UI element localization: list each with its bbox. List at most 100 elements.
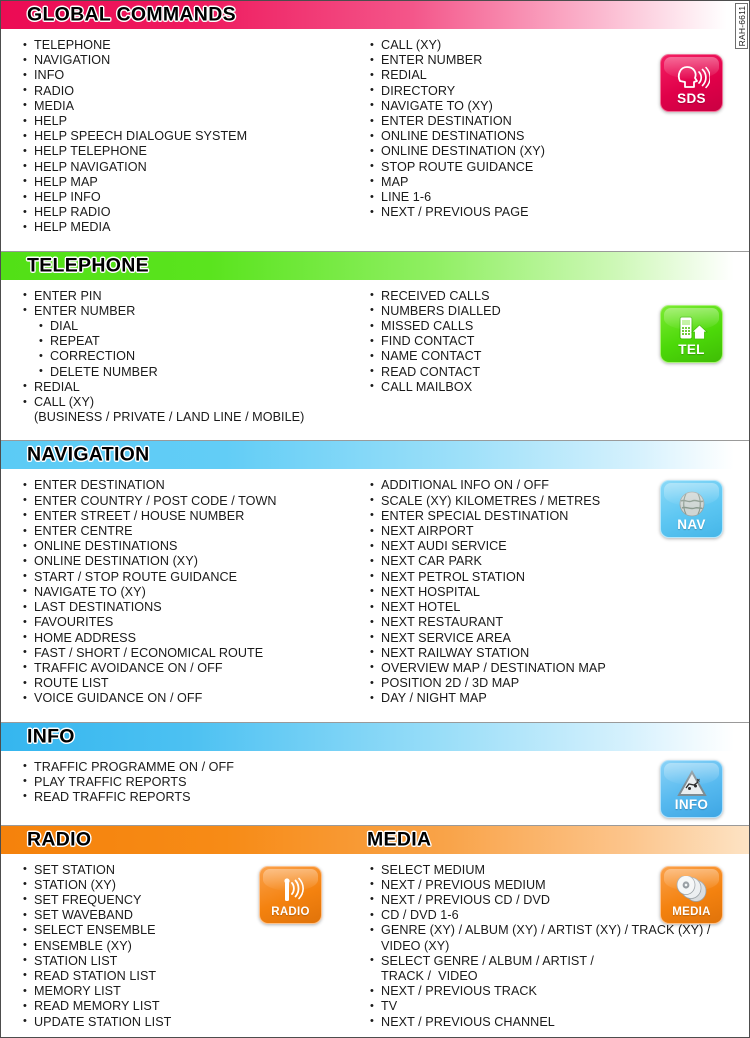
section-body-navigation: NAV ENTER DESTINATION ENTER COUNTRY / PO… bbox=[1, 469, 749, 721]
list-item: TV bbox=[370, 999, 749, 1014]
list-item: NEXT / PREVIOUS PAGE bbox=[370, 205, 749, 220]
list-item: INFO bbox=[23, 68, 365, 83]
list-item: READ CONTACT bbox=[370, 364, 749, 380]
list-item: NEXT RAILWAY STATION bbox=[370, 645, 749, 661]
list-item: ENSEMBLE (XY) bbox=[23, 938, 365, 954]
list-item: HELP RADIO bbox=[23, 205, 365, 220]
list-item: CORRECTION bbox=[23, 349, 365, 364]
list-item: VOICE GUIDANCE ON / OFF bbox=[23, 691, 365, 706]
document-code-label: RAH-6611 bbox=[735, 3, 748, 49]
list-item: HELP MEDIA bbox=[23, 220, 365, 235]
list-item: ONLINE DESTINATION (XY) bbox=[23, 554, 365, 569]
list-item: NEXT HOSPITAL bbox=[370, 584, 749, 600]
list-item: NAVIGATE TO (XY) bbox=[23, 584, 365, 600]
section-title: NAVIGATION bbox=[27, 443, 150, 466]
list-item: OVERVIEW MAP / DESTINATION MAP bbox=[370, 660, 749, 676]
list-item: ENTER DESTINATION bbox=[370, 114, 749, 129]
section-header-global-commands: GLOBAL COMMANDS bbox=[1, 1, 749, 29]
info-left-column: TRAFFIC PROGRAMME ON / OFF PLAY TRAFFIC … bbox=[1, 759, 365, 806]
section-navigation: NAVIGATION NAV • ENTER DESTINATION • ENT… bbox=[1, 441, 749, 723]
list-item: ENTER STREET / HOUSE NUMBER bbox=[23, 508, 365, 524]
badge-label: RADIO bbox=[271, 905, 310, 918]
section-header-radio-media: RADIO MEDIA bbox=[1, 825, 749, 854]
list-item: MEMORY LIST bbox=[23, 984, 365, 999]
list-item: DAY / NIGHT MAP bbox=[370, 691, 749, 706]
section-global-commands: GLOBAL COMMANDS SDS TELEPHONE bbox=[1, 1, 749, 252]
list-item: READ STATION LIST bbox=[23, 968, 365, 984]
list-item: CALL MAILBOX bbox=[370, 379, 749, 395]
list-item: ONLINE DESTINATIONS bbox=[23, 539, 365, 554]
compact-discs-icon bbox=[672, 874, 712, 906]
globe-icon bbox=[672, 488, 712, 520]
list-item: LINE 1-6 bbox=[370, 190, 749, 205]
section-radio-media: RADIO MEDIA RADIO MEDIA • SET STATION • … bbox=[1, 825, 749, 1037]
list-item: ENTER COUNTRY / POST CODE / TOWN bbox=[23, 493, 365, 509]
list-item: NAVIGATION bbox=[23, 53, 365, 68]
global-commands-left-column: TELEPHONE NAVIGATION INFO RADIO MEDIA HE… bbox=[1, 37, 365, 236]
list-item: ENTER DESTINATION bbox=[23, 478, 365, 493]
list-item: REDIAL bbox=[23, 379, 365, 395]
list-item: STOP ROUTE GUIDANCE bbox=[370, 159, 749, 175]
list-item: MAP bbox=[370, 174, 749, 190]
list-item: HOME ADDRESS bbox=[23, 630, 365, 646]
badge-media: MEDIA bbox=[660, 865, 723, 924]
list-item: DELETE NUMBER bbox=[23, 364, 365, 380]
section-body-global-commands: SDS TELEPHONE NAVIGATION INFO RADIO MEDI… bbox=[1, 29, 749, 251]
list-item: NEXT / PREVIOUS CHANNEL bbox=[370, 1014, 749, 1030]
navigation-left-column: ENTER DESTINATION ENTER COUNTRY / POST C… bbox=[1, 478, 365, 706]
document-code-text: RAH-6611 bbox=[736, 5, 747, 47]
list-item: UPDATE STATION LIST bbox=[23, 1014, 365, 1030]
antenna-waves-icon bbox=[271, 874, 311, 906]
list-item: NEXT PETROL STATION bbox=[370, 569, 749, 585]
list-item: POSITION 2D / 3D MAP bbox=[370, 676, 749, 691]
list-item: HELP NAVIGATION bbox=[23, 159, 365, 175]
list-item: GENRE (XY) / ALBUM (XY) / ARTIST (XY) / … bbox=[370, 923, 749, 938]
list-item: HELP SPEECH DIALOGUE SYSTEM bbox=[23, 129, 365, 144]
badge-label: INFO bbox=[674, 796, 709, 812]
section-body-telephone: TEL ENTER PIN ENTER NUMBER DIAL REPEAT C… bbox=[1, 280, 749, 441]
section-title-media: MEDIA bbox=[367, 828, 432, 851]
section-title: TELEPHONE bbox=[27, 254, 149, 277]
section-title-radio: RADIO bbox=[27, 828, 92, 851]
section-title: GLOBAL COMMANDS bbox=[27, 3, 236, 26]
list-item: PLAY TRAFFIC REPORTS bbox=[23, 774, 365, 790]
section-telephone: TELEPHONE TEL • ENTER PIN • ENTER NUMBER… bbox=[1, 251, 749, 442]
head-speaking-icon bbox=[672, 62, 712, 94]
list-item: HELP TELEPHONE bbox=[23, 144, 365, 159]
warning-triangle-icon bbox=[672, 768, 712, 800]
list-item: REPEAT bbox=[23, 334, 365, 349]
list-item: ONLINE DESTINATIONS bbox=[370, 129, 749, 144]
command-list-left: TELEPHONE NAVIGATION INFO RADIO MEDIA HE… bbox=[23, 37, 365, 236]
command-list-left: TRAFFIC PROGRAMME ON / OFF PLAY TRAFFIC … bbox=[23, 759, 365, 806]
list-item: ENTER PIN bbox=[23, 288, 365, 304]
list-item: DIAL bbox=[23, 319, 365, 334]
badge-info: INFO bbox=[660, 759, 723, 818]
list-item: HELP bbox=[23, 114, 365, 129]
list-item: TELEPHONE bbox=[23, 37, 365, 53]
list-item: NEXT / PREVIOUS TRACK bbox=[370, 984, 749, 999]
section-header-telephone: TELEPHONE bbox=[1, 251, 749, 280]
badge-label: TEL bbox=[678, 341, 705, 357]
section-title: INFO bbox=[27, 725, 75, 748]
list-item: TRAFFIC PROGRAMME ON / OFF bbox=[23, 759, 365, 775]
list-item: CALL (XY) bbox=[370, 37, 749, 53]
list-item: NEXT CAR PARK bbox=[370, 554, 749, 569]
list-item: FAVOURITES bbox=[23, 615, 365, 630]
badge-tel: TEL bbox=[660, 304, 723, 363]
list-item: FAST / SHORT / ECONOMICAL ROUTE bbox=[23, 645, 365, 661]
list-item: HELP INFO bbox=[23, 190, 365, 205]
list-item: START / STOP ROUTE GUIDANCE bbox=[23, 569, 365, 585]
list-item: READ MEMORY LIST bbox=[23, 999, 365, 1014]
section-info: INFO INFO TRAFFIC PROGRA bbox=[1, 722, 749, 826]
list-item: NEXT RESTAURANT bbox=[370, 615, 749, 630]
badge-radio: RADIO bbox=[259, 865, 322, 924]
list-item: CALL (XY) bbox=[23, 395, 365, 410]
list-item: SELECT ENSEMBLE bbox=[23, 923, 365, 938]
list-item: NEXT SERVICE AREA bbox=[370, 630, 749, 646]
list-item: STATION LIST bbox=[23, 953, 365, 969]
section-header-navigation: NAVIGATION bbox=[1, 441, 749, 470]
list-item: ENTER CENTRE bbox=[23, 524, 365, 539]
section-header-info: INFO bbox=[1, 722, 749, 751]
mobile-phone-house-icon bbox=[672, 313, 712, 345]
list-item: ENTER NUMBER bbox=[23, 303, 365, 319]
